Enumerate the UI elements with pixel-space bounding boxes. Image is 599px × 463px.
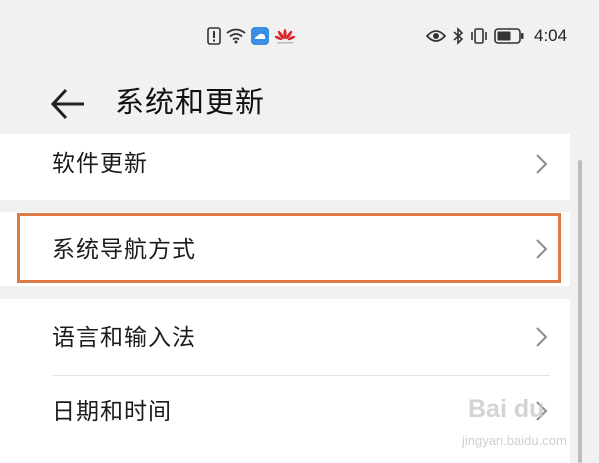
baidu-watermark: Bai du jingyan.baidu.com — [462, 395, 597, 457]
cloud-icon — [251, 27, 269, 45]
chevron-right-icon — [536, 239, 548, 259]
battery-icon — [494, 28, 524, 44]
eye-icon — [426, 29, 446, 43]
alert-icon — [207, 27, 221, 45]
settings-item-label: 软件更新 — [52, 151, 148, 177]
settings-card-navigation: 系统导航方式 — [0, 212, 570, 286]
settings-item-label: 语言和输入法 — [52, 325, 196, 351]
status-icons-right: 4:04 — [426, 24, 567, 48]
arrow-left-icon — [50, 88, 84, 120]
status-time: 4:04 — [534, 26, 568, 45]
watermark-brand: Bai du — [468, 395, 545, 423]
settings-item-language-input[interactable]: 语言和输入法 — [0, 299, 570, 375]
settings-item-label: 日期和时间 — [52, 399, 172, 425]
page-header: 系统和更新 — [0, 72, 599, 134]
page-title: 系统和更新 — [115, 85, 266, 119]
wifi-icon — [226, 28, 246, 44]
vibrate-icon — [470, 27, 488, 45]
settings-item-software-update[interactable]: 软件更新 — [0, 134, 570, 200]
settings-item-label: 系统导航方式 — [52, 237, 196, 263]
watermark-url: jingyan.baidu.com — [462, 433, 567, 448]
huawei-logo-icon — [274, 27, 296, 45]
settings-card-update: 软件更新 — [0, 134, 570, 200]
status-icons-left — [207, 24, 296, 48]
chevron-right-icon — [536, 154, 548, 174]
status-bar: 4:04 — [0, 0, 599, 72]
chevron-right-icon — [536, 327, 548, 347]
back-button[interactable] — [48, 84, 88, 124]
settings-item-navigation-mode[interactable]: 系统导航方式 — [0, 212, 570, 286]
bluetooth-icon — [452, 27, 464, 45]
